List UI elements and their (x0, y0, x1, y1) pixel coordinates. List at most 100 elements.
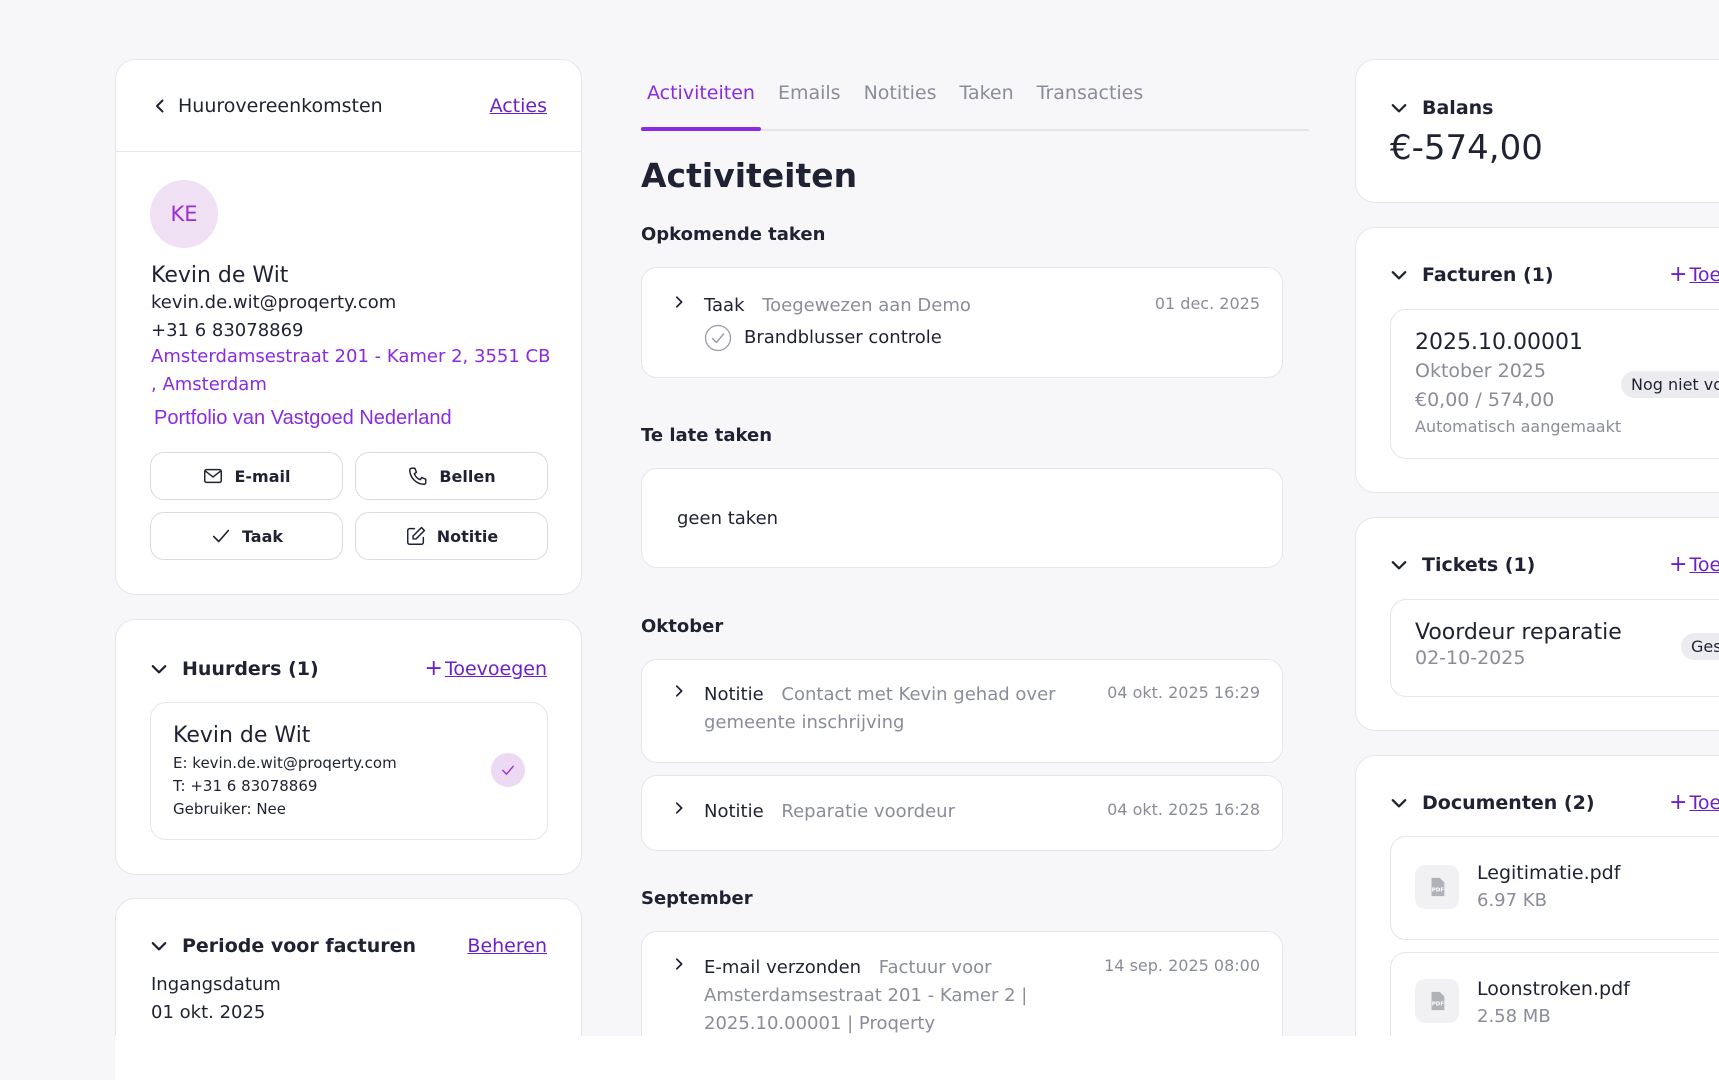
add-ticket-link[interactable]: + Toe (1669, 552, 1719, 577)
chevron-right-icon[interactable] (672, 954, 704, 975)
contact-address[interactable]: Amsterdamsestraat 201 - Kamer 2, 3551 CB… (151, 343, 561, 399)
chevron-down-icon (1391, 799, 1407, 808)
task-button[interactable]: Taak (150, 512, 343, 560)
pdf-file-icon: PDF (1415, 865, 1459, 909)
chevron-right-icon[interactable] (672, 798, 704, 819)
note-button[interactable]: Notitie (355, 512, 548, 560)
invoice-status-badge: Nog niet vo (1621, 371, 1719, 398)
tab-notities[interactable]: Notities (858, 74, 943, 129)
back-link[interactable]: Huurovereenkomsten (152, 95, 383, 117)
document-item[interactable]: PDF Legitimatie.pdf 6.97 KB (1390, 836, 1719, 940)
contact-email[interactable]: kevin.de.wit@proqerty.com (151, 292, 396, 313)
email-button-label: E-mail (234, 466, 291, 486)
activity-item[interactable]: Notitie Contact met Kevin gehad over gem… (641, 659, 1283, 763)
balans-amount: €-574,00 (1390, 128, 1543, 168)
chevron-down-icon (1391, 271, 1407, 280)
late-tasks-box: geen taken (641, 468, 1283, 568)
check-circle-icon[interactable] (704, 324, 732, 352)
documenten-toggle[interactable]: Documenten (2) (1390, 792, 1595, 814)
periode-toggle[interactable]: Periode voor facturen (150, 935, 416, 957)
contact-card: Huurovereenkomsten Acties KE Kevin de Wi… (115, 59, 582, 595)
chevron-right-icon[interactable] (672, 292, 704, 313)
huurders-title: Huurders (1) (182, 657, 319, 680)
september-heading: September (641, 888, 753, 909)
document-name: Legitimatie.pdf (1477, 862, 1621, 884)
add-factuur-link[interactable]: + Toe (1669, 262, 1719, 287)
facturen-toggle[interactable]: Facturen (1) (1390, 264, 1554, 286)
activity-date: 04 okt. 2025 16:28 (1107, 800, 1260, 819)
activity-date: 01 dec. 2025 (1154, 294, 1260, 313)
contact-portfolio[interactable]: Portfolio van Vastgoed Nederland (154, 407, 452, 430)
documenten-card: Documenten (2) + Toe PDF Legitimatie.pdf … (1355, 755, 1719, 1080)
start-date-value: 01 okt. 2025 (151, 1002, 266, 1023)
contact-action-buttons: E-mail Bellen Taak Notitie (150, 452, 548, 560)
chevron-down-icon (151, 942, 167, 951)
invoice-period: Oktober 2025 (1415, 360, 1546, 382)
invoice-item[interactable]: 2025.10.00001 Oktober 2025 €0,00 / 574,0… (1390, 309, 1719, 459)
activity-type: Notitie (704, 684, 764, 705)
balans-toggle[interactable]: Balans (1390, 97, 1493, 119)
upcoming-task-item[interactable]: Taak Toegewezen aan Demo Brandblusser co… (641, 267, 1283, 378)
add-ticket-label: Toe (1689, 554, 1719, 576)
tickets-card: Tickets (1) + Toe Voordeur reparatie 02-1… (1355, 517, 1719, 731)
add-huurder-link[interactable]: + Toevoegen (425, 656, 547, 681)
tab-transacties[interactable]: Transacties (1031, 74, 1150, 129)
check-icon (212, 529, 230, 543)
october-heading: Oktober (641, 616, 724, 637)
activity-type: Notitie (704, 801, 764, 822)
activity-item[interactable]: Notitie Reparatie voordeur 04 okt. 2025 … (641, 775, 1283, 851)
upcoming-tasks-heading: Opkomende taken (641, 224, 826, 245)
ticket-status-badge: Ges (1681, 633, 1719, 660)
tab-taken[interactable]: Taken (953, 74, 1019, 129)
back-label: Huurovereenkomsten (178, 94, 383, 117)
chevron-right-icon[interactable] (672, 681, 704, 702)
page-bottom-area (115, 1036, 1719, 1080)
add-document-link[interactable]: + Toe (1669, 790, 1719, 815)
svg-text:PDF: PDF (1432, 1002, 1445, 1008)
tab-activiteiten[interactable]: Activiteiten (641, 74, 761, 131)
invoice-note: Automatisch aangemaakt (1415, 417, 1622, 436)
contact-phone[interactable]: +31 6 83078869 (151, 320, 304, 341)
manage-periode-link[interactable]: Beheren (467, 935, 547, 957)
call-button-label: Bellen (439, 466, 496, 486)
activity-type: E-mail verzonden (704, 957, 862, 978)
documenten-title: Documenten (2) (1422, 792, 1595, 814)
periode-header: Periode voor facturen Beheren (150, 935, 547, 957)
ticket-title: Voordeur reparatie (1415, 620, 1622, 645)
contact-header: Huurovereenkomsten Acties (116, 60, 581, 152)
activity-date: 14 sep. 2025 08:00 (1104, 956, 1260, 975)
email-button[interactable]: E-mail (150, 452, 343, 500)
document-name: Loonstroken.pdf (1477, 978, 1630, 1000)
late-tasks-heading: Te late taken (641, 425, 773, 446)
add-document-label: Toe (1689, 792, 1719, 814)
chevron-down-icon (1391, 104, 1407, 113)
activity-assigned: Toegewezen aan Demo (762, 295, 971, 316)
svg-text:PDF: PDF (1432, 888, 1445, 894)
tenant-item[interactable]: Kevin de Wit E: kevin.de.wit@proqerty.co… (150, 702, 548, 840)
huurders-toggle[interactable]: Huurders (1) (150, 658, 319, 680)
plus-icon: + (1669, 552, 1688, 577)
tenant-name: Kevin de Wit (173, 723, 311, 748)
avatar: KE (150, 180, 218, 248)
start-date-label: Ingangsdatum (151, 974, 281, 995)
pdf-file-icon: PDF (1415, 979, 1459, 1023)
actions-link[interactable]: Acties (490, 95, 547, 117)
tab-emails[interactable]: Emails (772, 74, 847, 129)
huurders-card: Huurders (1) + Toevoegen Kevin de Wit E: … (115, 619, 582, 875)
activity-description: Reparatie voordeur (781, 801, 955, 822)
tickets-toggle[interactable]: Tickets (1) (1390, 554, 1535, 576)
chevron-down-icon (151, 664, 167, 673)
call-button[interactable]: Bellen (355, 452, 548, 500)
add-huurder-label: Toevoegen (444, 658, 547, 680)
plus-icon: + (424, 656, 443, 681)
tenant-email: E: kevin.de.wit@proqerty.com (173, 754, 397, 772)
facturen-title: Facturen (1) (1422, 264, 1554, 286)
late-tasks-empty: geen taken (677, 507, 779, 529)
ticket-date: 02-10-2025 (1415, 647, 1526, 669)
periode-card: Periode voor facturen Beheren Ingangsdat… (115, 898, 582, 1058)
ticket-item[interactable]: Voordeur reparatie 02-10-2025 Ges (1390, 599, 1719, 697)
chevron-left-icon (156, 99, 164, 112)
add-factuur-label: Toe (1689, 264, 1719, 286)
plus-icon: + (1669, 790, 1688, 815)
tenant-user: Gebruiker: Nee (173, 800, 286, 818)
